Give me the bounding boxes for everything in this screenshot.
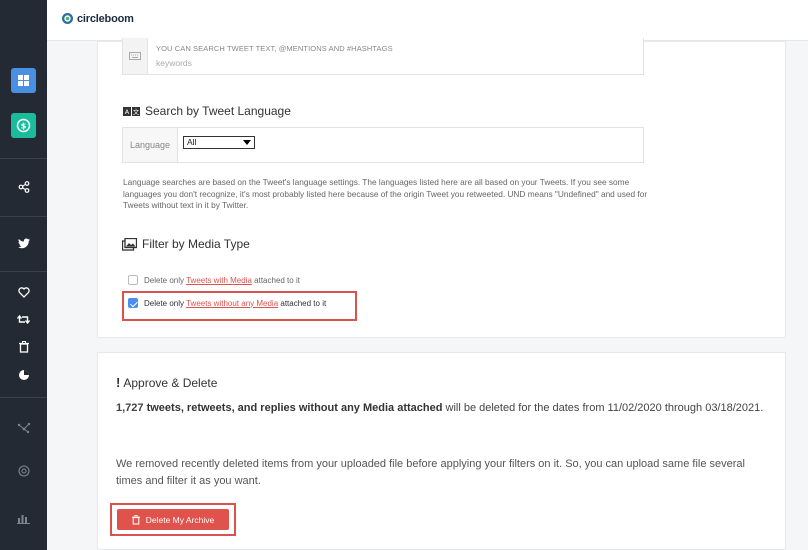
language-select[interactable]: All (183, 136, 255, 149)
svg-text:文: 文 (133, 107, 140, 116)
approve-note: We removed recently deleted items from y… (116, 458, 745, 487)
target-icon[interactable] (11, 458, 36, 483)
checkbox-without-media[interactable] (128, 298, 138, 308)
logo[interactable]: circleboom (61, 12, 134, 25)
trash-icon (131, 514, 140, 525)
media-section-title: Filter by Media Type (122, 237, 250, 251)
media-title-text: Filter by Media Type (142, 237, 250, 251)
svg-text:A: A (125, 108, 130, 116)
top-bar: circleboom (47, 0, 808, 41)
dollar-icon[interactable]: $ (11, 113, 36, 138)
approve-title-text: Approve & Delete (123, 375, 218, 390)
media-option-with-label: Delete only Tweets with Media attached t… (144, 275, 300, 285)
language-note: Language searches are based on the Tweet… (123, 177, 648, 210)
language-label: Language (123, 128, 178, 162)
checkbox-with-media[interactable] (128, 275, 138, 285)
delete-archive-label: Delete My Archive (145, 514, 215, 525)
dashboard-icon[interactable] (11, 68, 36, 93)
keyboard-icon (123, 38, 148, 74)
language-selected-value: All (187, 137, 197, 147)
network-icon[interactable] (11, 415, 36, 440)
media-option-without[interactable]: Delete only Tweets without any Media att… (128, 298, 326, 308)
twitter-icon[interactable] (11, 231, 36, 256)
media-icon (122, 237, 137, 251)
approve-title: ! Approve & Delete (116, 375, 217, 390)
share-icon[interactable] (11, 174, 36, 199)
keywords-field[interactable]: YOU CAN SEARCH TWEET TEXT, @MENTIONS AND… (122, 38, 644, 75)
logo-text: circleboom (77, 12, 134, 25)
language-section-title: A文 Search by Tweet Language (123, 104, 291, 118)
circleboom-logo-icon (62, 13, 73, 24)
heart-icon[interactable] (11, 280, 36, 305)
media-option-without-label: Delete only Tweets without any Media att… (144, 298, 327, 308)
sidebar: $ (0, 0, 47, 550)
language-icon: A文 (123, 106, 140, 116)
svg-text:$: $ (21, 122, 27, 131)
language-row: Language All (122, 127, 644, 163)
trash-icon[interactable] (11, 334, 36, 359)
delete-highlight: Delete My Archive (110, 503, 236, 536)
keywords-input[interactable]: keywords (156, 58, 192, 68)
media-option-with[interactable]: Delete only Tweets with Media attached t… (128, 275, 300, 285)
keywords-hint: YOU CAN SEARCH TWEET TEXT, @MENTIONS AND… (156, 44, 393, 53)
language-title-text: Search by Tweet Language (145, 104, 291, 118)
bar-chart-icon[interactable] (11, 505, 36, 530)
exclamation-icon: ! (116, 375, 121, 390)
retweet-icon[interactable] (11, 307, 36, 332)
delete-archive-button[interactable]: Delete My Archive (117, 509, 229, 530)
approve-summary: 1,727 tweets, retweets, and replies with… (116, 402, 764, 414)
chevron-down-icon (243, 140, 251, 145)
pie-icon[interactable] (11, 362, 36, 387)
